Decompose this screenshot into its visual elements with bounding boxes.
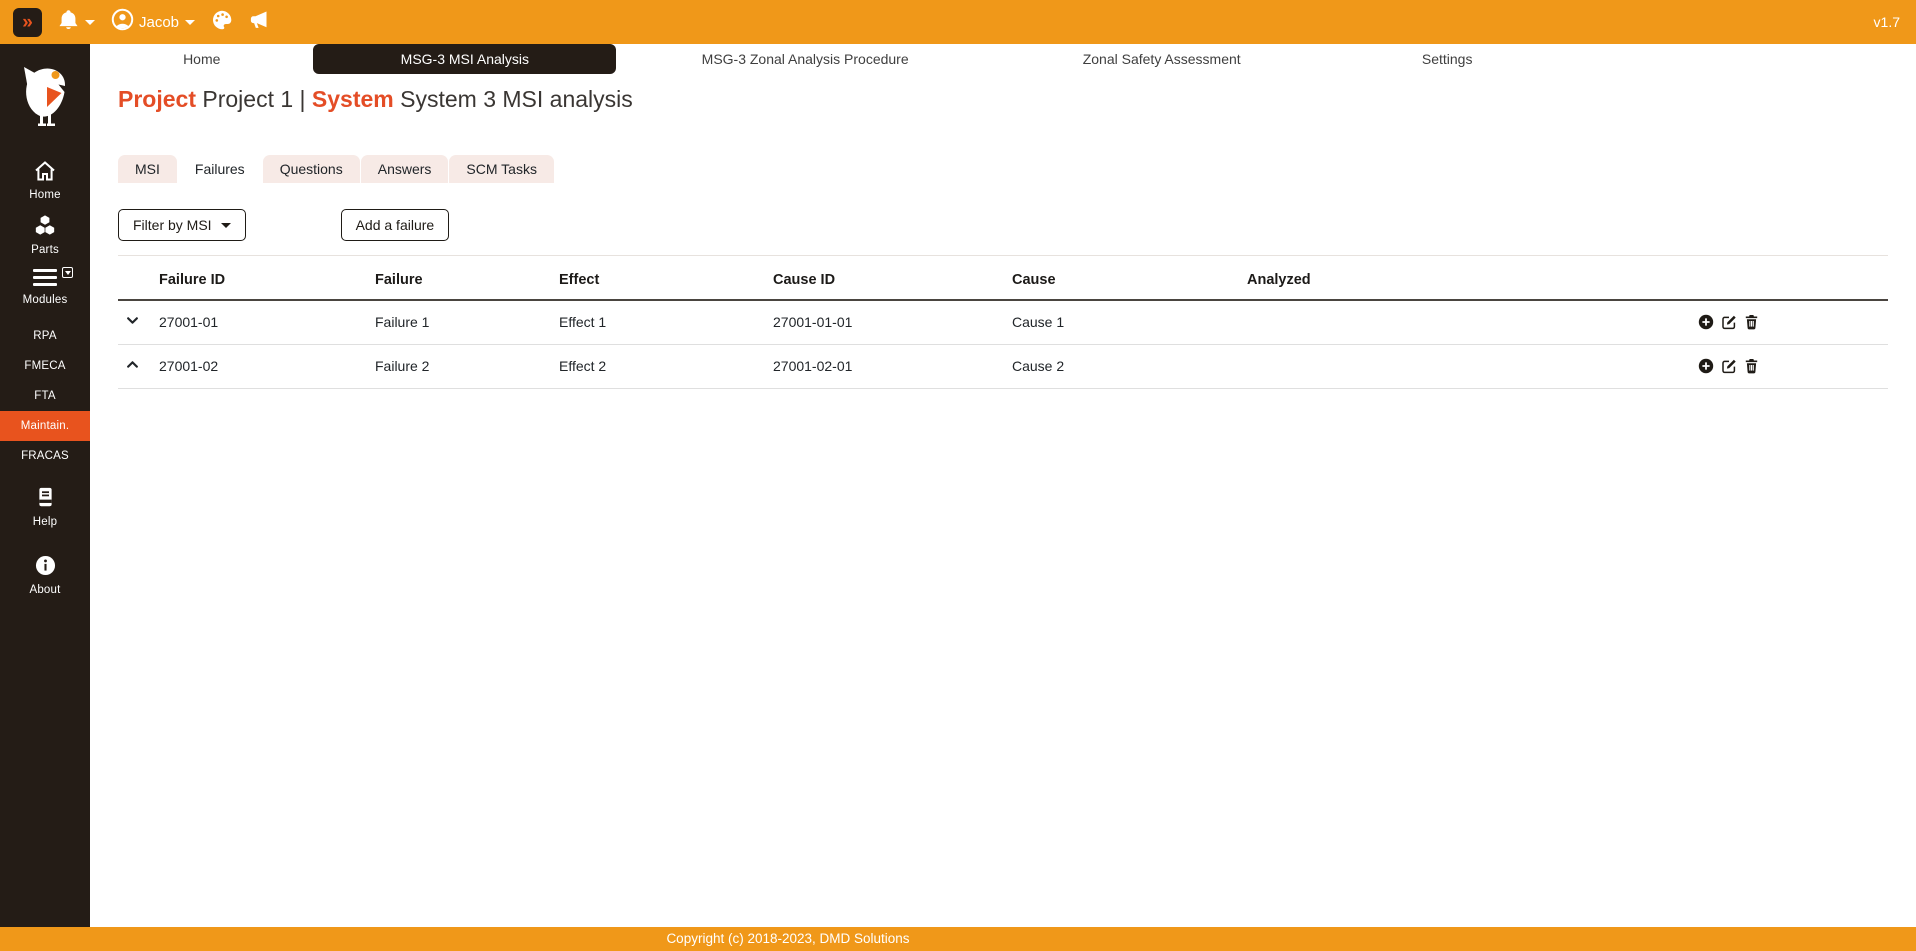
nav-item-home[interactable]: Home — [90, 44, 313, 74]
column-cause: Cause — [1004, 264, 1239, 300]
notifications-menu[interactable] — [58, 9, 95, 36]
nav-item-settings[interactable]: Settings — [1329, 44, 1565, 74]
nav-item-zonal-safety-assessment[interactable]: Zonal Safety Assessment — [994, 44, 1329, 74]
caret-square-icon — [62, 267, 73, 278]
chevron-down-icon — [221, 223, 231, 228]
cell-cause-id: 27001-02-01 — [765, 344, 1004, 388]
cell-failure-id: 27001-02 — [151, 344, 367, 388]
palette-icon — [211, 9, 233, 36]
project-label: Project — [118, 86, 196, 112]
system-label: System — [312, 86, 394, 112]
cell-effect: Effect 2 — [551, 344, 765, 388]
sidebar-item-fmeca[interactable]: FMECA — [0, 351, 90, 381]
footer-bar: Copyright (c) 2018-2023, DMD Solutions — [0, 927, 1916, 951]
cell-cause: Cause 1 — [1004, 300, 1239, 344]
user-menu[interactable]: Jacob — [111, 8, 195, 36]
sidebar-item-label: Modules — [23, 294, 68, 306]
sidebar-nav: Home Parts Modules RPA — [0, 155, 90, 603]
user-circle-icon — [111, 8, 134, 36]
hamburger-icon — [33, 273, 57, 290]
tab-failures[interactable]: Failures — [178, 155, 262, 183]
sidebar-item-fracas[interactable]: FRACAS — [0, 441, 90, 471]
column-cause-id: Cause ID — [765, 264, 1004, 300]
toolbar: Filter by MSI Add a failure — [118, 209, 1888, 241]
edit-icon[interactable] — [1721, 358, 1737, 374]
nav-item-msg3-zonal-analysis-procedure[interactable]: MSG-3 Zonal Analysis Procedure — [616, 44, 994, 74]
chevron-down-icon — [185, 20, 195, 25]
cell-analyzed — [1239, 344, 1690, 388]
cell-cause-id: 27001-01-01 — [765, 300, 1004, 344]
page-content: Project Project 1 | System System 3 MSI … — [90, 74, 1916, 389]
column-analyzed: Analyzed — [1239, 264, 1690, 300]
sidebar-item-fta[interactable]: FTA — [0, 381, 90, 411]
delete-icon[interactable] — [1744, 314, 1759, 330]
tab-questions[interactable]: Questions — [263, 155, 360, 183]
sidebar-item-label: Parts — [31, 244, 59, 256]
delete-icon[interactable] — [1744, 358, 1759, 374]
main-panel: Home MSG-3 MSI Analysis MSG-3 Zonal Anal… — [90, 44, 1916, 927]
column-failure: Failure — [367, 264, 551, 300]
system-value: System 3 MSI analysis — [400, 86, 633, 112]
sidebar: Home Parts Modules RPA — [0, 44, 90, 927]
chevron-down-icon — [85, 20, 95, 25]
column-effect: Effect — [551, 264, 765, 300]
cell-failure: Failure 2 — [367, 344, 551, 388]
divider — [118, 255, 1888, 256]
sidebar-item-help[interactable]: Help — [0, 480, 90, 535]
tab-scm-tasks[interactable]: SCM Tasks — [449, 155, 554, 183]
cell-failure: Failure 1 — [367, 300, 551, 344]
sidebar-item-label: Help — [33, 516, 57, 528]
app-version: v1.7 — [1874, 14, 1900, 30]
megaphone-icon — [249, 9, 272, 36]
failures-table: Failure ID Failure Effect Cause ID Cause… — [118, 264, 1888, 389]
home-icon — [34, 161, 56, 186]
table-row: 27001-02 Failure 2 Effect 2 27001-02-01 … — [118, 344, 1888, 388]
add-failure-button[interactable]: Add a failure — [341, 209, 450, 241]
analysis-tabs: MSI Failures Questions Answers SCM Tasks — [118, 155, 1888, 183]
theme-button[interactable] — [211, 9, 233, 36]
filter-by-msi-dropdown[interactable]: Filter by MSI — [118, 209, 246, 241]
table-row: 27001-01 Failure 1 Effect 1 27001-01-01 … — [118, 300, 1888, 344]
sidebar-collapse-button[interactable]: » — [13, 8, 42, 37]
announcements-button[interactable] — [249, 9, 272, 36]
title-divider: | — [300, 86, 306, 112]
cell-cause: Cause 2 — [1004, 344, 1239, 388]
expand-chevron-down-icon[interactable] — [126, 314, 139, 327]
sidebar-item-label: About — [29, 584, 60, 596]
collapse-chevron-up-icon[interactable] — [126, 358, 139, 371]
sidebar-item-maintain[interactable]: Maintain. — [0, 411, 90, 441]
nav-item-msg3-msi-analysis[interactable]: MSG-3 MSI Analysis — [313, 44, 616, 74]
boxes-icon — [34, 214, 56, 241]
column-actions — [1690, 264, 1888, 300]
sidebar-item-about[interactable]: About — [0, 549, 90, 603]
tab-answers[interactable]: Answers — [361, 155, 449, 183]
table-header-row: Failure ID Failure Effect Cause ID Cause… — [118, 264, 1888, 300]
app-logo-bird[interactable] — [18, 63, 72, 127]
tab-msi[interactable]: MSI — [118, 155, 177, 183]
page-title: Project Project 1 | System System 3 MSI … — [118, 86, 1888, 113]
column-failure-id: Failure ID — [151, 264, 367, 300]
column-expand — [118, 264, 151, 300]
top-bar: » Jacob v1.7 — [0, 0, 1916, 44]
edit-icon[interactable] — [1721, 314, 1737, 330]
add-cause-icon[interactable] — [1698, 358, 1714, 374]
project-value: Project 1 — [202, 86, 293, 112]
bell-icon — [58, 9, 79, 36]
sidebar-item-parts[interactable]: Parts — [0, 208, 90, 263]
add-cause-icon[interactable] — [1698, 314, 1714, 330]
sidebar-item-rpa[interactable]: RPA — [0, 321, 90, 351]
cell-analyzed — [1239, 300, 1690, 344]
app-window: » Jacob v1.7 — [0, 0, 1916, 951]
cell-effect: Effect 1 — [551, 300, 765, 344]
cell-failure-id: 27001-01 — [151, 300, 367, 344]
sidebar-item-label: Home — [29, 189, 60, 201]
user-name: Jacob — [139, 14, 179, 31]
sidebar-item-home[interactable]: Home — [0, 155, 90, 208]
copyright-text: Copyright (c) 2018-2023, DMD Solutions — [0, 927, 1576, 951]
top-nav: Home MSG-3 MSI Analysis MSG-3 Zonal Anal… — [90, 44, 1565, 74]
book-icon — [35, 486, 56, 513]
sidebar-item-modules[interactable]: Modules — [0, 263, 90, 313]
info-icon — [35, 555, 56, 581]
